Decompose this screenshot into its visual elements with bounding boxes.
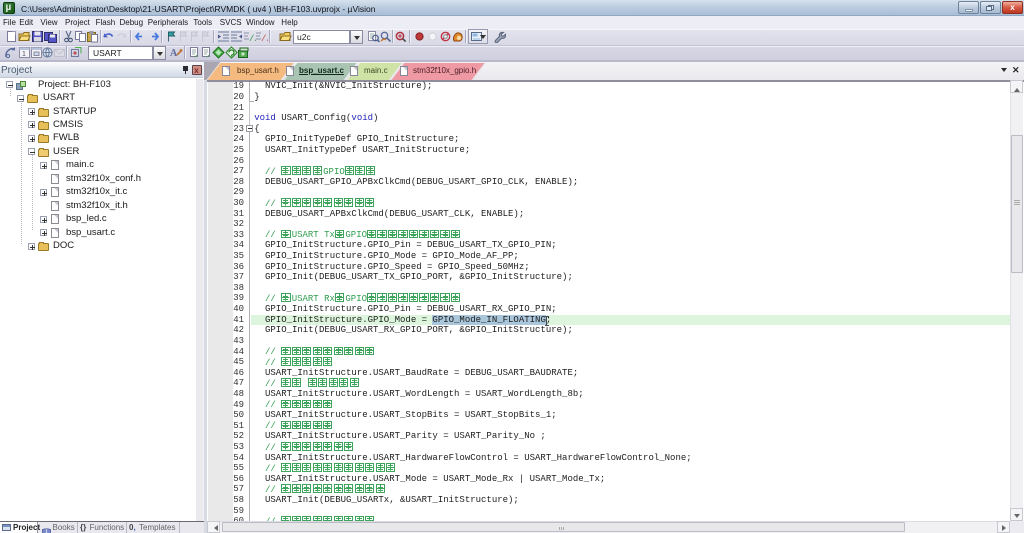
- svg-text:1: 1: [22, 51, 26, 58]
- svg-text:A: A: [170, 48, 178, 59]
- svg-text://: //: [261, 34, 268, 43]
